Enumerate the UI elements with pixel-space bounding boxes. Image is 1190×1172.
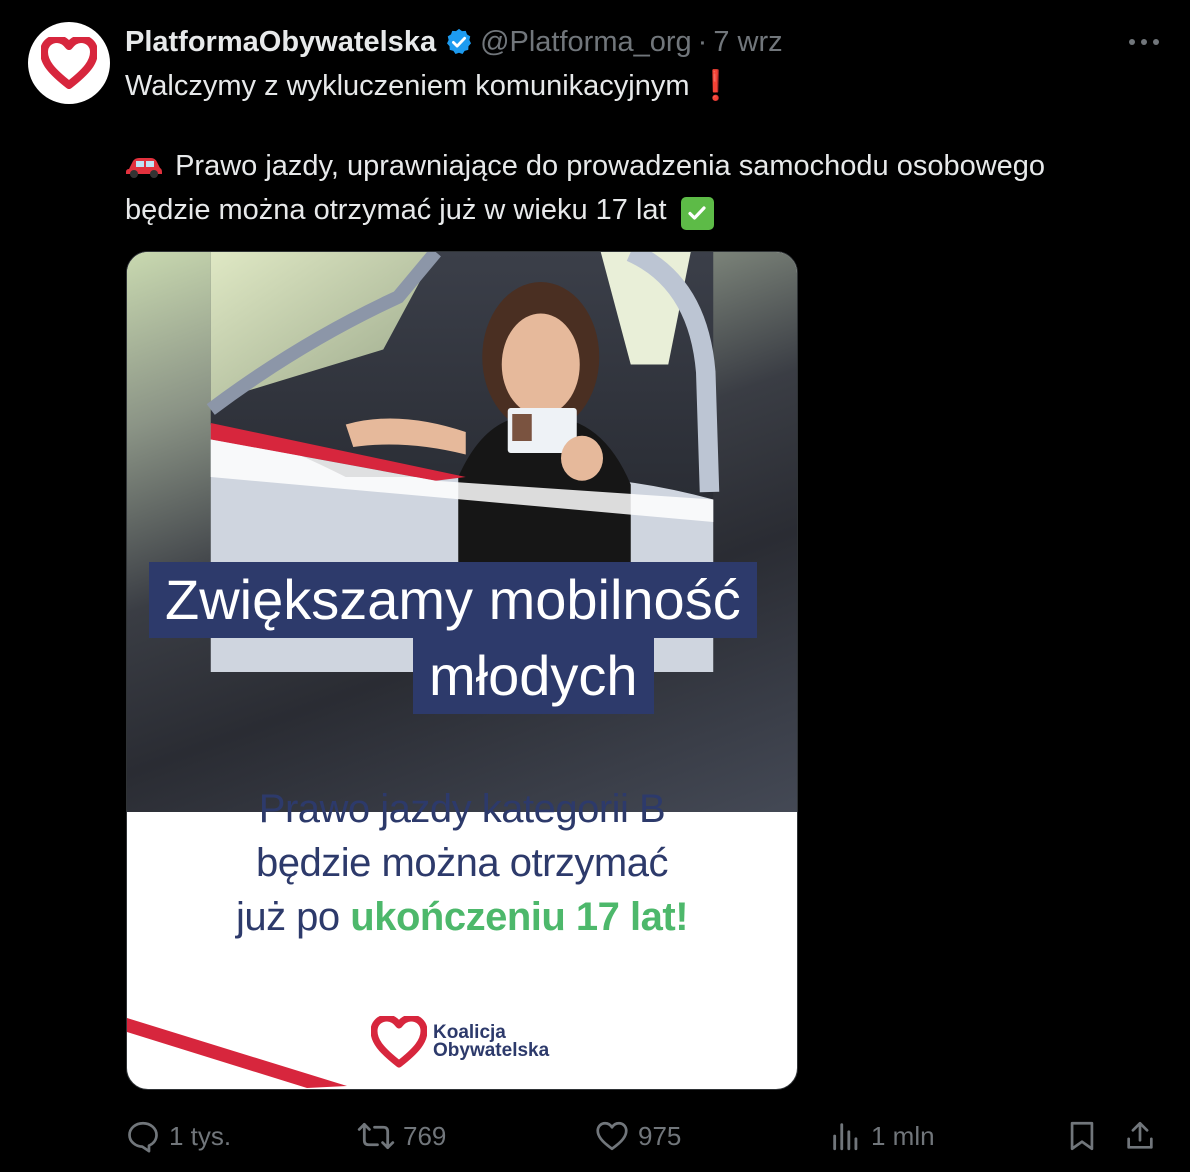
subtext-line-1: Prawo jazdy kategorii B xyxy=(258,787,666,831)
heart-logo-icon xyxy=(41,37,97,89)
reply-count: 1 tys. xyxy=(169,1120,232,1151)
subtext-line-3-highlight: ukończeniu 17 lat! xyxy=(350,895,689,939)
logo-line-2: Obywatelska xyxy=(433,1040,550,1061)
views-button[interactable]: 1 mln xyxy=(829,1118,935,1154)
more-horizontal-icon[interactable] xyxy=(1124,26,1164,58)
verified-badge-icon xyxy=(444,27,474,57)
tweet-actions: 1 tys. 769 975 1 mln xyxy=(125,1108,1165,1160)
share-icon xyxy=(1127,1121,1153,1149)
headline-line-2: młodych xyxy=(413,638,654,714)
analytics-icon xyxy=(833,1123,858,1151)
tweet-date[interactable]: 7 wrz xyxy=(713,26,782,59)
heart-icon xyxy=(596,1121,628,1151)
tweet-text: Walczymy z wykluczeniem komunikacyjnym ❗… xyxy=(125,66,1125,230)
tweet-line-1: Walczymy z wykluczeniem komunikacyjnym xyxy=(125,70,690,102)
views-count: 1 mln xyxy=(871,1120,935,1151)
like-button[interactable]: 975 xyxy=(594,1118,681,1154)
separator-dot: · xyxy=(697,25,708,58)
koalicja-logo: Koalicja Obywatelska xyxy=(371,1016,549,1068)
retweet-button[interactable]: 769 xyxy=(357,1118,446,1154)
share-button[interactable] xyxy=(1123,1118,1157,1154)
image-subtext: Prawo jazdy kategorii B będzie można otr… xyxy=(127,782,797,944)
retweet-count: 769 xyxy=(403,1120,447,1151)
exclamation-emoji: ❗ xyxy=(697,70,734,102)
retweet-icon xyxy=(357,1122,395,1150)
bookmark-icon xyxy=(1070,1121,1094,1151)
headline-line-1: Zwiększamy mobilność xyxy=(149,562,757,638)
car-emoji xyxy=(125,150,163,190)
tweet-line-2: Prawo jazdy, uprawniające do prowadzenia… xyxy=(175,150,1046,182)
tweet-image[interactable]: Zwiększamy mobilność młodych Prawo jazdy… xyxy=(126,251,798,1090)
subtext-line-3-prefix: już po xyxy=(235,895,351,939)
subtext-line-2: będzie można otrzymać xyxy=(256,841,668,885)
heart-logo-icon xyxy=(371,1016,427,1068)
avatar[interactable] xyxy=(28,22,110,104)
check-emoji xyxy=(680,196,714,230)
reply-button[interactable]: 1 tys. xyxy=(125,1118,231,1154)
reply-icon xyxy=(128,1121,158,1153)
driver-photo xyxy=(127,252,797,812)
user-handle[interactable]: @Platforma_org xyxy=(480,26,692,59)
display-name[interactable]: PlatformaObywatelska xyxy=(125,26,436,59)
tweet-header: PlatformaObywatelska @Platforma_org · 7 … xyxy=(125,22,783,62)
like-count: 975 xyxy=(638,1120,682,1151)
bookmark-button[interactable] xyxy=(1065,1118,1099,1154)
tweet-line-3: będzie można otrzymać już w wieku 17 lat xyxy=(125,194,667,226)
